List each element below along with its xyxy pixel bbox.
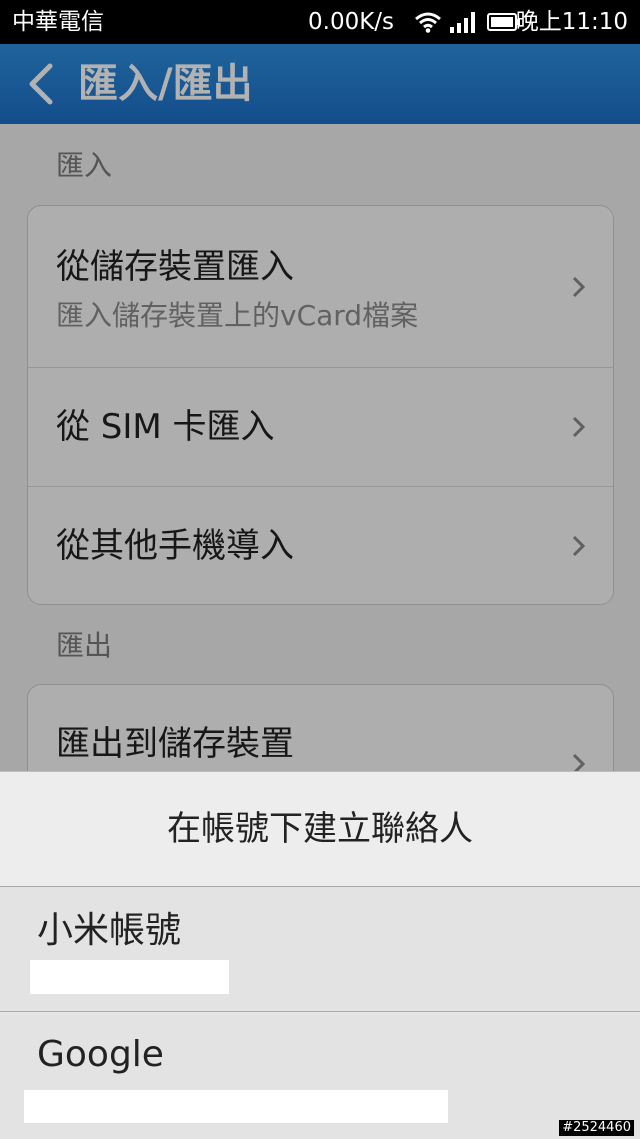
account-row-google[interactable]: Google <box>0 1013 640 1139</box>
sheet-title: 在帳號下建立聯絡人 <box>0 772 640 887</box>
account-row-xiaomi[interactable]: 小米帳號 <box>0 887 640 1012</box>
account-name: Google <box>37 1034 164 1075</box>
signal-icon <box>450 12 475 33</box>
status-bar: 中華電信 0.00K/s 晚上11:10 <box>0 0 640 44</box>
redacted-account-email <box>24 1090 448 1123</box>
wifi-icon <box>415 12 441 33</box>
watermark: #2524460 <box>559 1120 634 1136</box>
status-time: 晚上11:10 <box>515 9 628 35</box>
account-chooser-sheet: 在帳號下建立聯絡人 小米帳號 Google <box>0 771 640 1139</box>
carrier-name: 中華電信 <box>12 9 104 35</box>
account-name: 小米帳號 <box>37 910 182 951</box>
network-speed: 0.00K/s <box>308 9 395 35</box>
redacted-account-id <box>30 960 229 994</box>
